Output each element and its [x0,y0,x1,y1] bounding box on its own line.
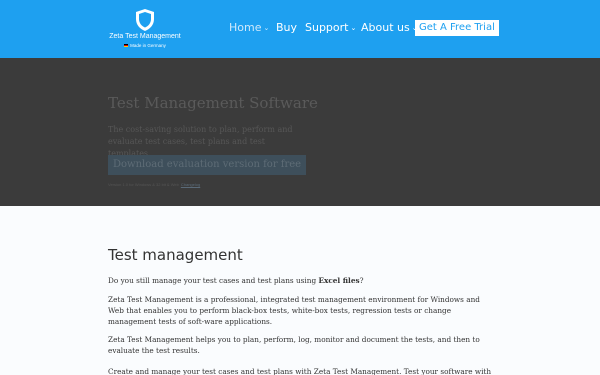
hero-title: Test Management Software [108,94,318,112]
site-logo[interactable]: Zeta Test Management Made in Germany [100,8,190,52]
logo-subtitle-text: Made in Germany [130,43,166,48]
paragraph-2: Zeta Test Management is a professional, … [108,295,480,326]
paragraph-4: Create and manage your test cases and te… [108,367,492,375]
nav-item-about[interactable]: About us⌄ [361,21,418,34]
nav-support-label: Support [305,21,349,34]
chevron-down-icon: ⌄ [263,24,270,32]
changelog-link[interactable]: Changelog [181,182,200,187]
main-content: Test management Do you still manage your… [0,206,600,375]
shield-icon [136,9,154,31]
p1-end: ? [359,276,364,285]
version-note: Version 1.0 for Windows & 32 bit & Web [108,182,179,187]
section-heading: Test management [108,246,243,264]
nav-item-buy[interactable]: Buy [276,21,297,34]
nav-item-support[interactable]: Support ⌄ [305,21,356,34]
free-trial-button[interactable]: Get A Free Trial [415,20,499,36]
site-header: Zeta Test Management Made in Germany Hom… [0,0,600,58]
chevron-down-icon: ⌄ [350,24,357,32]
download-button[interactable]: Download evaluation version for free [108,155,307,175]
excel-files-text: Excel files [318,276,360,285]
nav-buy-label: Buy [276,21,298,34]
paragraph-1: Do you still manage your test cases and … [108,275,498,286]
nav-about-label: About us [361,21,410,34]
hero-section: Test Management Software The cost-saving… [0,58,600,206]
germany-flag-icon [124,44,129,48]
nav-home-label: Home [229,21,262,34]
p1-text: Do you still manage your test cases and … [108,276,319,285]
paragraph-3: Zeta Test Management helps you to plan, … [108,335,480,355]
hero-note: Version 1.0 for Windows & 32 bit & Web Ch… [108,182,200,187]
nav-item-home[interactable]: Home ⌄ [229,21,269,34]
logo-subtitle: Made in Germany [100,43,190,48]
logo-title: Zeta Test Management [109,33,181,40]
